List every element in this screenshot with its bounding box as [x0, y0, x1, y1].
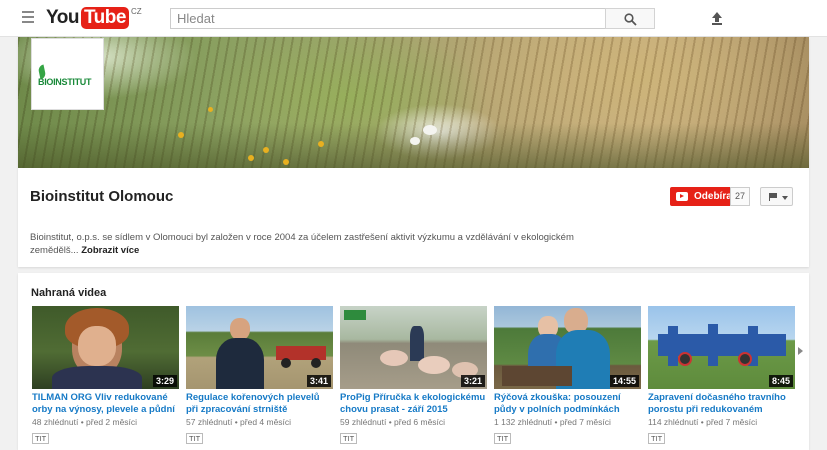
flag-icon [769, 193, 777, 201]
video-views: 57 zhlédnutí [186, 417, 233, 427]
video-meta: 1 132 zhlédnutí • před 7 měsíci [494, 417, 611, 427]
report-flag-button[interactable] [760, 187, 793, 206]
video-age: před 6 měsíci [394, 417, 446, 427]
uploads-section-title[interactable]: Nahraná videa [31, 287, 106, 299]
show-more-link[interactable]: Zobrazit více [81, 245, 139, 256]
video-duration: 3:29 [152, 375, 177, 387]
subscriber-count: 27 [730, 187, 750, 206]
carousel-next-arrow-icon[interactable] [797, 345, 805, 357]
video-age: před 2 měsíci [86, 417, 138, 427]
video-duration: 8:45 [768, 375, 793, 387]
video-card[interactable]: 14:55 Rýčová zkouška: posouzení půdy v p… [494, 306, 641, 446]
subscribe-label: Odebírat [694, 191, 736, 202]
caption-badge: TIT [648, 433, 666, 444]
search-icon [624, 13, 637, 26]
avatar-logo-text: BIOINSTITUT [38, 77, 92, 87]
caption-badge: TIT [32, 433, 50, 444]
video-title[interactable]: Zapravení dočasného travního porostu při… [648, 392, 795, 416]
masthead: You Tube CZ Hledat [0, 0, 827, 37]
video-views: 1 132 zhlédnutí [494, 417, 553, 427]
channel-banner-image [18, 37, 809, 168]
caption-badge: TIT [340, 433, 358, 444]
video-title[interactable]: TILMAN ORG Vliv redukované orby na výnos… [32, 392, 179, 416]
channel-description: Bioinstitut, o.p.s. se sídlem v Olomouci… [30, 231, 610, 257]
video-duration: 3:21 [460, 375, 485, 387]
video-duration: 3:41 [306, 375, 331, 387]
video-card[interactable]: 8:45 Zapravení dočasného travního porost… [648, 306, 795, 446]
video-card[interactable]: 3:41 Regulace kořenových plevelů při zpr… [186, 306, 333, 446]
channel-header: BIOINSTITUT Bioinstitut Olomouc Odebírat… [18, 37, 809, 267]
video-thumbnail[interactable]: 3:41 [186, 306, 333, 389]
video-title[interactable]: Regulace kořenových plevelů při zpracová… [186, 392, 333, 416]
search-button[interactable] [605, 8, 655, 29]
chevron-down-icon [782, 196, 788, 200]
channel-avatar[interactable]: BIOINSTITUT [31, 38, 104, 110]
video-meta: 114 zhlédnutí • před 7 měsíci [648, 417, 758, 427]
caption-badge: TIT [186, 433, 204, 444]
search-input[interactable]: Hledat [170, 8, 606, 29]
video-views: 59 zhlédnutí [340, 417, 387, 427]
video-duration: 14:55 [609, 375, 639, 387]
video-thumbnail[interactable]: 8:45 [648, 306, 795, 389]
video-thumbnail[interactable]: 3:29 [32, 306, 179, 389]
video-title[interactable]: ProPig Příručka k ekologickému chovu pra… [340, 392, 487, 416]
youtube-logo[interactable]: You Tube CZ [46, 7, 142, 29]
video-meta: 59 zhlédnutí • před 6 měsíci [340, 417, 446, 427]
youtube-play-icon [676, 192, 688, 201]
caption-badge: TIT [494, 433, 512, 444]
video-thumbnail[interactable]: 3:21 [340, 306, 487, 389]
video-views: 114 zhlédnutí [648, 417, 699, 427]
logo-country-code: CZ [130, 7, 142, 16]
video-age: před 7 měsíci [706, 417, 758, 427]
video-title[interactable]: Rýčová zkouška: posouzení půdy v polních… [494, 392, 641, 416]
video-card[interactable]: 3:29 TILMAN ORG Vliv redukované orby na … [32, 306, 179, 446]
channel-title[interactable]: Bioinstitut Olomouc [30, 188, 173, 205]
hamburger-menu-icon[interactable] [22, 11, 34, 23]
video-meta: 48 zhlédnutí • před 2 měsíci [32, 417, 138, 427]
logo-you-text: You [46, 7, 79, 28]
video-age: před 4 měsíci [240, 417, 292, 427]
upload-icon[interactable] [710, 11, 724, 25]
video-meta: 57 zhlédnutí • před 4 měsíci [186, 417, 292, 427]
uploads-section: Nahraná videa 3:29 TILMAN ORG Vliv reduk… [18, 273, 809, 450]
logo-tube-text: Tube [80, 7, 129, 29]
video-card[interactable]: 3:21 ProPig Příručka k ekologickému chov… [340, 306, 487, 446]
video-views: 48 zhlédnutí [32, 417, 79, 427]
video-thumbnail[interactable]: 14:55 [494, 306, 641, 389]
video-age: před 7 měsíci [559, 417, 611, 427]
